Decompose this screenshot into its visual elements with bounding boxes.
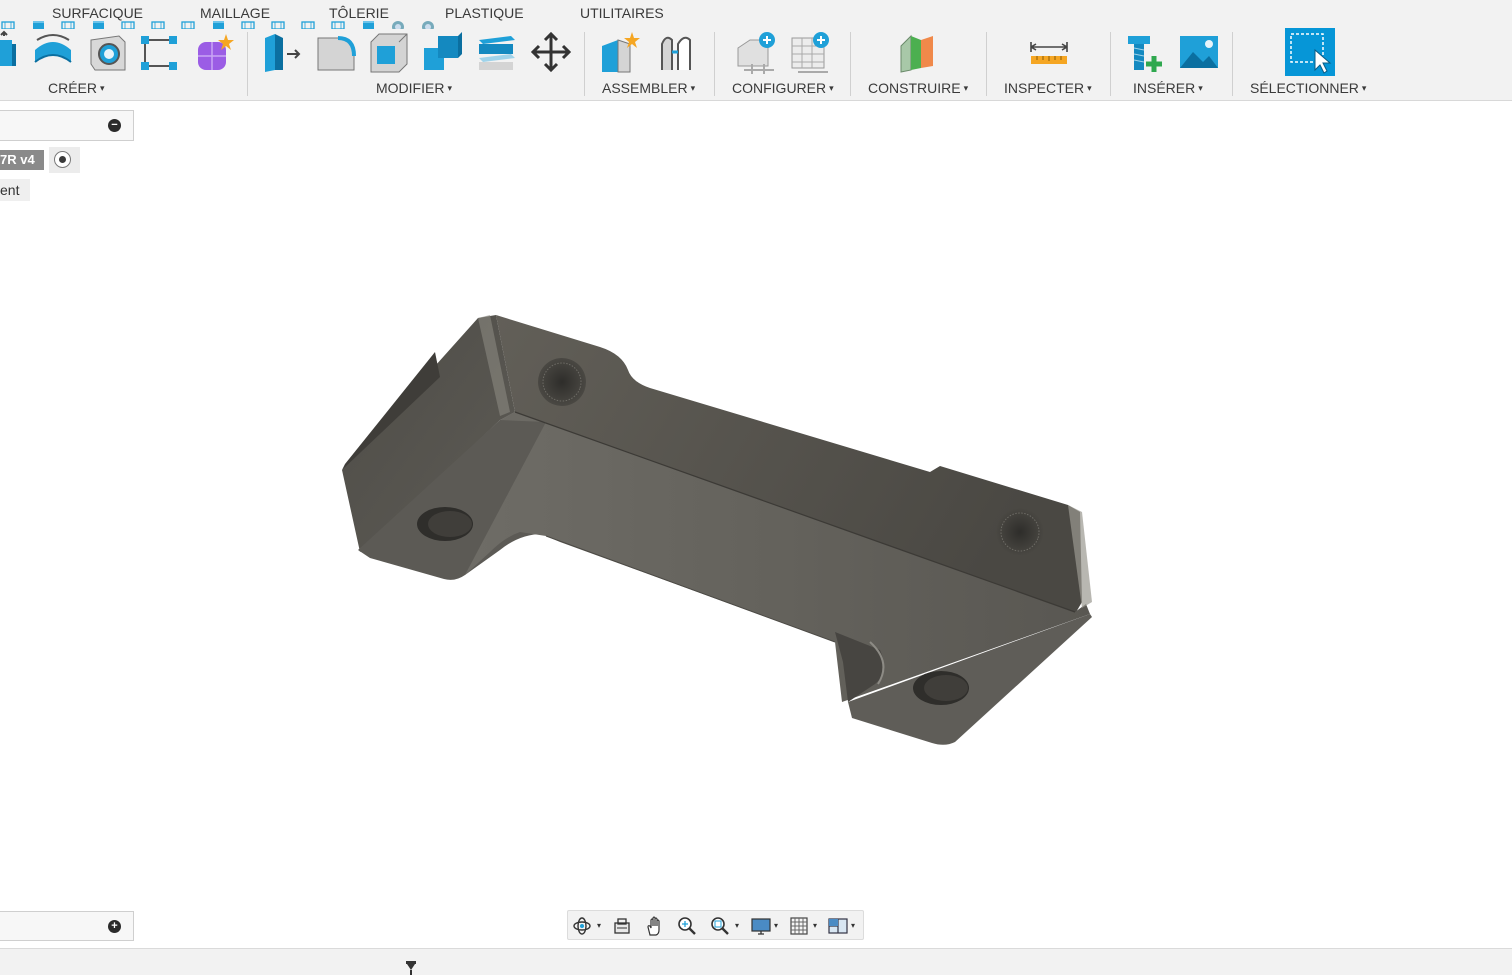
construct-menu[interactable]: CONSTRUIRE ▾ [868, 80, 968, 96]
orbit-icon[interactable] [571, 915, 593, 937]
construct-menu-label: CONSTRUIRE [868, 80, 961, 96]
hole-icon[interactable] [85, 30, 129, 74]
timeline-step-sketch-icon[interactable] [330, 19, 346, 29]
combine-icon[interactable] [420, 30, 464, 74]
activate-component[interactable] [49, 147, 80, 173]
expand-icon[interactable]: + [108, 920, 121, 933]
chevron-down-icon: ▾ [1361, 83, 1367, 93]
insert-fastener-icon[interactable] [1124, 30, 1168, 74]
measure-icon[interactable] [1027, 30, 1071, 74]
comments-panel-header[interactable]: + [0, 911, 134, 941]
move-icon[interactable] [529, 30, 573, 74]
select-window-icon[interactable] [1285, 28, 1335, 76]
timeline-step-sketch-icon[interactable] [240, 19, 256, 29]
browser-panel-header[interactable]: − [0, 110, 134, 141]
insert-menu-label: INSÉRER [1133, 80, 1196, 96]
chevron-down-icon[interactable]: ▾ [813, 921, 817, 930]
timeline [0, 948, 1512, 975]
modify-menu-label: MODIFIER [376, 80, 445, 96]
collapse-icon[interactable]: − [108, 119, 121, 132]
insert-menu[interactable]: INSÉRER ▾ [1133, 80, 1203, 96]
display-icon[interactable] [750, 915, 772, 937]
fit-icon[interactable] [709, 915, 731, 937]
timeline-step-body-icon[interactable] [360, 19, 376, 29]
toolbar-separator [1232, 32, 1233, 96]
construction-plane-icon[interactable] [897, 30, 941, 74]
pan-icon[interactable] [644, 915, 666, 937]
joint-icon[interactable] [654, 30, 698, 74]
chevron-down-icon: ▾ [100, 83, 105, 93]
extrude-icon[interactable] [0, 30, 20, 74]
form-icon[interactable] [192, 30, 236, 74]
grid-icon[interactable] [788, 915, 810, 937]
assemble-menu[interactable]: ASSEMBLER ▾ [602, 80, 695, 96]
workspace-tabs: SURFACIQUE MAILLAGE TÔLERIE PLASTIQUE UT… [0, 0, 1512, 26]
chevron-down-icon: ▾ [1087, 83, 1092, 93]
canvas-viewport[interactable] [0, 102, 1512, 947]
chevron-down-icon: ▾ [447, 83, 452, 93]
look-at-icon[interactable] [611, 915, 633, 937]
chevron-down-icon: ▾ [1198, 83, 1203, 93]
chevron-down-icon[interactable]: ▾ [774, 921, 778, 930]
toolbar-separator [986, 32, 987, 96]
press-pull-icon[interactable] [259, 30, 303, 74]
toolbar-separator [584, 32, 585, 96]
chevron-down-icon: ▾ [963, 83, 969, 93]
radio-icon[interactable] [54, 151, 71, 168]
timeline-step-body-icon[interactable] [90, 19, 106, 29]
viewports-icon[interactable] [827, 915, 849, 937]
chevron-down-icon[interactable]: ▾ [597, 921, 601, 930]
toolbar-separator [247, 32, 248, 96]
revolve-icon[interactable] [31, 30, 75, 74]
select-menu[interactable]: SÉLECTIONNER ▾ [1250, 80, 1366, 96]
zoom-icon[interactable] [676, 915, 698, 937]
tab-plastique[interactable]: PLASTIQUE [445, 5, 524, 21]
chevron-down-icon: ▾ [829, 83, 834, 93]
timeline-step-sketch-icon[interactable] [60, 19, 76, 29]
inspect-menu-label: INSPECTER [1004, 80, 1085, 96]
pattern-icon[interactable] [137, 30, 181, 74]
create-menu-label: CRÉER [48, 80, 98, 96]
toolbar: CRÉER ▾ MODIFIER ▾ ASSEMBLER ▾ CONFIGURE… [0, 26, 1512, 101]
create-menu[interactable]: CRÉER ▾ [48, 80, 105, 96]
toolbar-separator [1110, 32, 1111, 96]
fillet-icon[interactable] [314, 30, 358, 74]
configure-menu[interactable]: CONFIGURER ▾ [732, 80, 834, 96]
insert-image-icon[interactable] [1177, 30, 1221, 74]
inspect-menu[interactable]: INSPECTER ▾ [1004, 80, 1092, 96]
document-name[interactable]: 7R v4 [0, 150, 44, 170]
browser-item[interactable]: ent [0, 179, 30, 201]
toolbar-separator [714, 32, 715, 96]
timeline-marker-icon[interactable] [404, 961, 418, 975]
timeline-step-sketch-icon[interactable] [120, 19, 136, 29]
modify-menu[interactable]: MODIFIER ▾ [376, 80, 452, 96]
timeline-step-sketch-icon[interactable] [300, 19, 316, 29]
chevron-down-icon[interactable]: ▾ [735, 921, 739, 930]
fusion-window: SURFACIQUE MAILLAGE TÔLERIE PLASTIQUE UT… [0, 0, 1512, 975]
timeline-step-body-icon[interactable] [210, 19, 226, 29]
timeline-step-sketch-icon[interactable] [150, 19, 166, 29]
timeline-step-body-icon[interactable] [30, 19, 46, 29]
configure-icon[interactable] [734, 30, 778, 74]
offset-face-icon[interactable] [475, 30, 519, 74]
chevron-down-icon: ▾ [690, 83, 696, 93]
timeline-step-fillet-icon[interactable] [390, 19, 406, 29]
assemble-menu-label: ASSEMBLER [602, 80, 688, 96]
config-table-icon[interactable] [788, 30, 832, 74]
timeline-step-fillet-icon[interactable] [420, 19, 436, 29]
configure-menu-label: CONFIGURER [732, 80, 827, 96]
timeline-step-sketch-icon[interactable] [0, 19, 16, 29]
tab-utilitaires[interactable]: UTILITAIRES [580, 5, 664, 21]
shell-icon[interactable] [367, 30, 411, 74]
timeline-step-sketch-icon[interactable] [180, 19, 196, 29]
new-component-icon[interactable] [598, 30, 642, 74]
timeline-step-sketch-icon[interactable] [270, 19, 286, 29]
toolbar-separator [850, 32, 851, 96]
chevron-down-icon[interactable]: ▾ [851, 921, 855, 930]
model-body[interactable] [330, 302, 1110, 762]
navigation-bar: ▾ ▾ ▾ ▾ ▾ [567, 910, 864, 940]
select-menu-label: SÉLECTIONNER [1250, 80, 1359, 96]
